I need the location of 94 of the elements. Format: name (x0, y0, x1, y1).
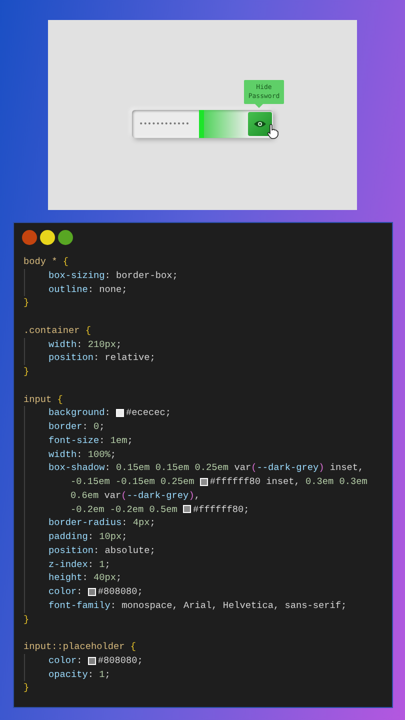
code-token: { (62, 255, 69, 269)
code-token: 10px (99, 530, 122, 544)
code-token: 4px (132, 516, 150, 530)
code-token: { (57, 392, 63, 406)
code-token: body * (24, 255, 58, 269)
code-token: #ffffff80 inset, (210, 475, 301, 489)
code-token: font-family (48, 598, 110, 612)
code-token: input (24, 392, 53, 406)
code-token: { (130, 640, 136, 654)
code-token: : (88, 530, 95, 544)
code-token: : border-box; (104, 268, 178, 282)
code-token: : (122, 516, 128, 530)
code-token: outline (48, 282, 88, 296)
code-token: : (76, 585, 84, 599)
eye-icon (254, 120, 266, 128)
code-token: : (76, 654, 84, 668)
code-token: : (76, 448, 84, 462)
code-token: font-size (48, 434, 100, 448)
code-token: -0.2em -0.2em 0.5em (70, 502, 178, 516)
code-token: : (82, 571, 89, 585)
tooltip-pointer (255, 104, 263, 108)
code-token: padding (48, 530, 88, 544)
window-control-dot[interactable] (58, 230, 72, 245)
code-token: #ffffff80; (193, 502, 250, 516)
code-token: } (24, 296, 30, 310)
code-token: : (99, 434, 106, 448)
code-token: : absolute; (94, 544, 156, 558)
code-token: } (24, 365, 30, 379)
code-token: : monospace, Arial, Helvetica, sans-serif; (110, 598, 347, 612)
code-token: border (48, 420, 82, 434)
code-token: var (233, 461, 252, 475)
code-token: var (103, 488, 122, 502)
code-token: z-index (48, 558, 88, 572)
code-token: : none; (88, 282, 128, 296)
code-token: width (48, 448, 77, 462)
code-token: ( (121, 488, 127, 502)
code-token: #ececec; (126, 406, 172, 420)
code-token: position (48, 544, 94, 558)
code-token: } (24, 612, 30, 626)
code-token: ; (99, 420, 105, 434)
code-token: ; (150, 516, 156, 530)
code-token: ; (104, 668, 110, 682)
code-token: 0.15em 0.15em 0.25em (116, 461, 229, 475)
code-token: : (76, 338, 84, 352)
code-token: 0.6em (70, 488, 99, 502)
code-token: #808080; (98, 654, 143, 668)
code-token: ) (318, 461, 324, 475)
code-token: border-radius (48, 516, 122, 530)
code-token: ) (188, 488, 194, 502)
code-token: -0.15em -0.15em 0.25em (70, 475, 196, 489)
code-token: ; (122, 530, 128, 544)
code-token: ; (116, 338, 122, 352)
code-token: position (48, 351, 94, 365)
code-token: --dark-grey (126, 488, 189, 502)
code-token: : relative; (94, 351, 156, 365)
code-token: 1em (110, 434, 128, 448)
code-token: width (48, 338, 77, 352)
code-token: { (85, 324, 92, 338)
code-token: ; (127, 434, 133, 448)
code-token: box-sizing (48, 268, 105, 282)
code-token: color (48, 654, 77, 668)
code-token: #808080; (98, 585, 143, 599)
hand-cursor-icon (267, 124, 279, 139)
code-token: : (104, 406, 112, 420)
code-token: inset, (328, 461, 364, 475)
code-token: height (48, 571, 82, 585)
code-token: ; (110, 448, 116, 462)
code-token: background (48, 406, 105, 420)
code-token: ( (251, 461, 257, 475)
code-token: : (104, 461, 112, 475)
code-token: color (48, 585, 77, 599)
code-token: 40px (94, 571, 116, 585)
window-control-dot[interactable] (22, 230, 36, 245)
code-token: ; (116, 571, 122, 585)
code-token: --dark-grey (256, 461, 319, 475)
toggle-visibility-button[interactable] (248, 112, 272, 136)
code-token: : (88, 558, 95, 572)
code-token: , (194, 488, 200, 502)
code-token: : (82, 420, 89, 434)
code-token: .container (24, 324, 81, 338)
code-token: 1 (99, 558, 105, 572)
code-token: ; (104, 558, 110, 572)
code-token: 0.3em 0.3em (306, 475, 368, 489)
code-token: : (88, 668, 95, 682)
code-token: 210px (88, 338, 116, 352)
code-token: } (24, 681, 30, 695)
code-token: 1 (99, 668, 105, 682)
code-token: opacity (48, 668, 88, 682)
code-token: 100% (88, 448, 110, 462)
code-token: box-shadow (48, 461, 105, 475)
window-control-dot[interactable] (40, 230, 54, 245)
code-token: 0 (94, 420, 100, 434)
text-cursor (199, 110, 204, 138)
code-token: input::placeholder (24, 640, 126, 654)
